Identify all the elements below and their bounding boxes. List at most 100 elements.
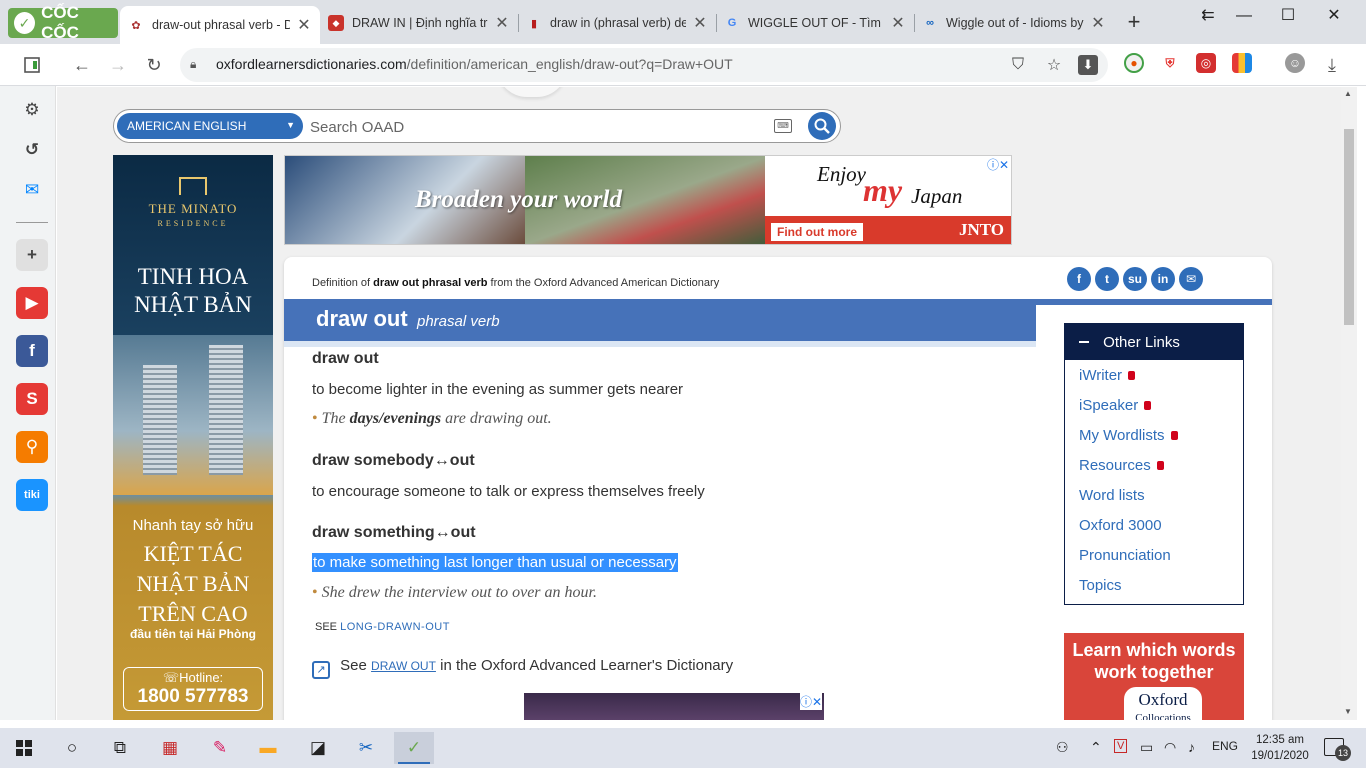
shield-icon[interactable]: ⛉ — [1006, 53, 1030, 77]
bottom-ad[interactable]: ⓘ✕ — [524, 693, 824, 720]
tab-draw-out[interactable]: ✿ draw-out phrasal verb - Definition ✕ — [120, 6, 320, 44]
oald-draw-out-link[interactable]: DRAW OUT — [371, 659, 436, 673]
history-icon[interactable]: ↺ — [16, 134, 48, 166]
top-banner-ad[interactable]: Broaden your world Enjoy my Japan Find o… — [284, 155, 1012, 245]
cortana-search-icon[interactable]: ○ — [52, 732, 92, 764]
taskbar-app-calendar-icon[interactable]: ▦ — [150, 732, 190, 764]
ad-line-2: KIỆT TÁC NHẬT BẢN TRÊN CAO — [136, 541, 250, 626]
taskbar-coccoc-icon[interactable]: ✓ — [394, 732, 434, 764]
other-link-my-wordlists[interactable]: My Wordlists — [1079, 427, 1178, 444]
sense-2-phrase: draw somebody↔out — [312, 452, 475, 469]
tab-draw-in-cambridge[interactable]: ◆ DRAW IN | Định nghĩa trong ✕ — [320, 6, 518, 40]
extension-adblock-icon[interactable]: ⛨ — [1160, 53, 1180, 73]
tab-title: draw-out phrasal verb - Definition — [152, 18, 290, 32]
tray-expand-icon[interactable]: ⌃ — [1090, 739, 1102, 756]
unikey-icon[interactable]: V — [1114, 739, 1128, 753]
email-share-icon[interactable]: ✉ — [1179, 267, 1203, 291]
ad-choices-icon[interactable]: ⓘ✕ — [987, 156, 1009, 173]
scroll-up-icon[interactable]: ▲ — [1344, 89, 1352, 98]
left-vertical-ad[interactable]: THE MINATO RESIDENCE TINH HOA NHẬT BẢN N… — [113, 155, 273, 720]
page-scrollbar[interactable]: ▲ ▼ — [1341, 87, 1357, 720]
close-tab-icon[interactable]: ✕ — [296, 15, 312, 35]
settings-gear-icon[interactable]: ⚙ — [16, 94, 48, 126]
close-tab-icon[interactable]: ✕ — [1090, 13, 1106, 33]
close-window-button[interactable]: ✕ — [1312, 4, 1356, 28]
search-icon[interactable]: ⚲ — [16, 431, 48, 463]
minimize-button[interactable]: — — [1222, 4, 1266, 28]
new-tab-button[interactable]: + — [1122, 10, 1146, 34]
twitter-share-icon[interactable]: t — [1095, 267, 1119, 291]
close-tab-icon[interactable]: ✕ — [494, 13, 510, 33]
ad-choices-icon[interactable]: ⓘ✕ — [799, 693, 822, 710]
scrollbar-thumb[interactable] — [1344, 129, 1354, 325]
reddit-share-icon[interactable]: in — [1151, 267, 1175, 291]
other-link-oxford-3000[interactable]: Oxford 3000 — [1079, 517, 1162, 534]
maximize-button[interactable]: ☐ — [1266, 4, 1310, 28]
lock-icon: 🔒︎ — [190, 57, 197, 71]
towers-image — [113, 335, 273, 495]
dictionary-select[interactable]: AMERICAN ENGLISH ▼ — [117, 113, 303, 139]
extension-pdf-icon[interactable]: ◎ — [1196, 53, 1216, 73]
keyboard-icon[interactable]: ⌨ — [774, 119, 792, 133]
taskbar-app-notes-icon[interactable]: ◪ — [298, 732, 338, 764]
coccoc-brand-button[interactable]: ✓ CỐC CỐC — [8, 3, 118, 42]
system-clock[interactable]: 12:35 am 19/01/2020 — [1248, 732, 1312, 764]
dictionary-search-input[interactable] — [310, 116, 750, 138]
other-link-resources[interactable]: Resources — [1079, 457, 1164, 474]
reload-icon[interactable]: ↻ — [141, 52, 167, 78]
scroll-down-icon[interactable]: ▼ — [1344, 707, 1352, 716]
lock-icon — [1128, 371, 1136, 380]
forward-icon[interactable]: → — [105, 52, 131, 78]
taskbar-app-snip-icon[interactable]: ✂ — [346, 732, 386, 764]
volume-icon[interactable]: ♪ — [1188, 739, 1195, 755]
other-link-pronunciation[interactable]: Pronunciation — [1079, 547, 1171, 564]
extension-savior-icon[interactable]: ● — [1124, 53, 1144, 73]
taskbar-app-paint-icon[interactable]: ✎ — [200, 732, 240, 764]
search-button[interactable] — [808, 112, 836, 140]
add-shortcut-icon[interactable]: + — [16, 239, 48, 271]
tab-idioms[interactable]: ∞ Wiggle out of - Idioms by T ✕ — [914, 6, 1114, 40]
shopee-icon[interactable]: S — [16, 383, 48, 415]
tab-draw-in-macmillan[interactable]: ▮ draw in (phrasal verb) defin ✕ — [518, 6, 716, 40]
browser-sidebar: ⚙ ↺ ✉ + ▶ f S ⚲ tiki — [0, 86, 56, 720]
page-content: AMERICAN ENGLISH ▼ ⌨ THE MINATO RESIDENC… — [57, 87, 1341, 720]
language-indicator[interactable]: ENG — [1212, 739, 1238, 753]
people-icon[interactable]: ⚇ — [1056, 739, 1069, 756]
other-link-ispeaker[interactable]: iSpeaker — [1079, 397, 1152, 414]
find-out-more-button[interactable]: Find out more — [771, 223, 863, 241]
facebook-icon[interactable]: f — [16, 335, 48, 367]
other-link-word-lists[interactable]: Word lists — [1079, 487, 1145, 504]
other-link-topics[interactable]: Topics — [1079, 577, 1122, 594]
tiki-icon[interactable]: tiki — [16, 479, 48, 511]
url-text[interactable]: oxfordlearnersdictionaries.com/definitio… — [216, 56, 733, 72]
bookmark-star-icon[interactable]: ☆ — [1042, 53, 1066, 77]
task-view-icon[interactable]: ⧉ — [100, 732, 140, 764]
long-drawn-out-link[interactable]: LONG-DRAWN-OUT — [340, 621, 450, 633]
file-explorer-icon[interactable]: ▬ — [248, 732, 288, 764]
sense-3-example: • She drew the interview out to over an h… — [312, 584, 597, 601]
messenger-icon[interactable]: ✉ — [16, 174, 48, 206]
battery-icon[interactable]: ▭ — [1140, 739, 1153, 756]
facebook-share-icon[interactable]: f — [1067, 267, 1091, 291]
address-bar[interactable]: 🔒︎ oxfordlearnersdictionaries.com/defini… — [180, 48, 1108, 82]
collocations-ad[interactable]: Learn which words work together Oxford C… — [1064, 633, 1244, 720]
youtube-icon[interactable]: ▶ — [16, 287, 48, 319]
close-tab-icon[interactable]: ✕ — [692, 13, 708, 33]
extension-colorpicker-icon[interactable] — [1232, 53, 1252, 73]
tab-title: draw in (phrasal verb) defin — [550, 16, 686, 30]
start-windows-icon[interactable] — [4, 732, 44, 764]
other-link-iwriter[interactable]: iWriter — [1079, 367, 1136, 384]
action-center-icon[interactable]: 13 — [1324, 738, 1351, 761]
back-icon[interactable]: ← — [69, 52, 95, 78]
tab-google-search[interactable]: G WIGGLE OUT OF - Tìm với ✕ — [716, 6, 914, 40]
site-logo-fragment — [497, 87, 567, 97]
downloads-icon[interactable]: ⤓ — [1319, 52, 1345, 78]
stumbleupon-share-icon[interactable]: su — [1123, 267, 1147, 291]
wifi-icon[interactable]: ◠ — [1164, 739, 1176, 756]
profile-avatar[interactable]: ☺ — [1285, 53, 1305, 73]
sense-3-definition-selected[interactable]: to make something last longer than usual… — [312, 553, 678, 572]
close-tab-icon[interactable]: ✕ — [890, 13, 906, 33]
download-page-icon[interactable]: ⬇ — [1078, 55, 1098, 75]
sidebar-toggle-icon[interactable] — [19, 52, 45, 78]
other-links-header[interactable]: Other Links — [1065, 324, 1243, 360]
